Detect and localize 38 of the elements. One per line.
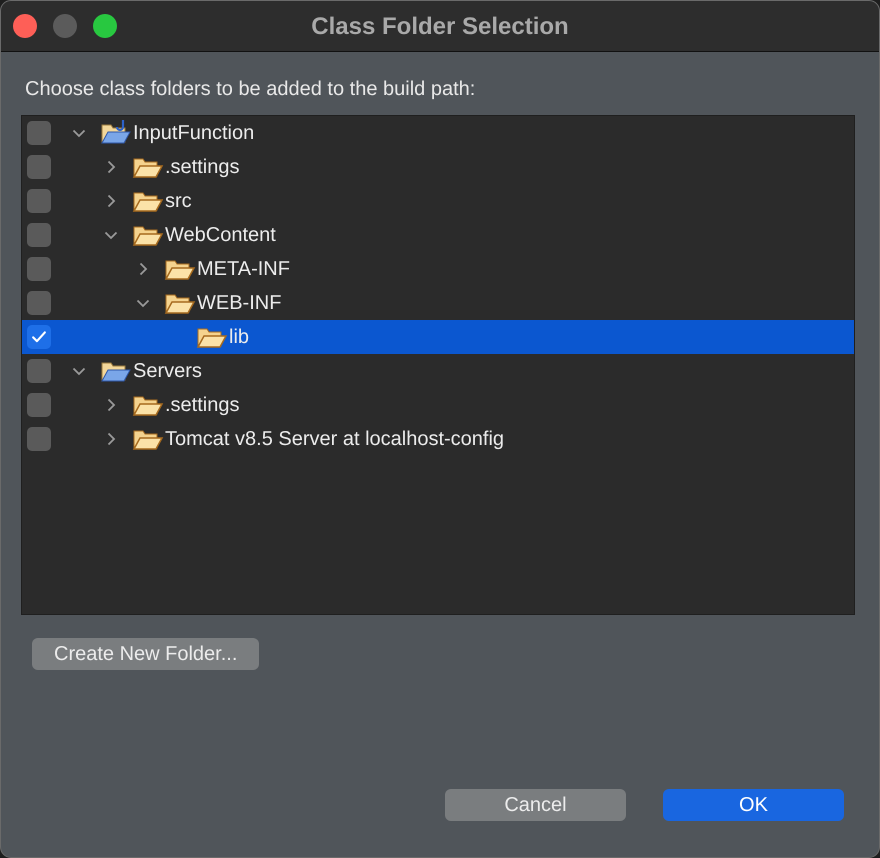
checkbox[interactable] <box>27 359 51 383</box>
folder-name: WEB-INF <box>197 292 282 314</box>
checkbox[interactable] <box>27 189 51 213</box>
folder-name: .settings <box>165 156 240 178</box>
ok-button[interactable]: OK <box>663 789 844 821</box>
zoom-button[interactable] <box>93 14 117 38</box>
instruction-text: Choose class folders to be added to the build path: <box>25 78 476 101</box>
java-project-icon <box>99 120 133 146</box>
folder-name: META-INF <box>197 258 290 280</box>
checkbox[interactable] <box>27 155 51 179</box>
checkbox[interactable] <box>27 223 51 247</box>
tree-row[interactable]: .settings <box>22 388 854 422</box>
create-folder-button[interactable]: Create New Folder... <box>32 638 260 670</box>
checkbox[interactable] <box>27 325 51 349</box>
close-button[interactable] <box>13 14 37 38</box>
folder-name: Tomcat v8.5 Server at localhost-config <box>165 428 504 450</box>
checkbox[interactable] <box>27 393 51 417</box>
checkbox[interactable] <box>27 121 51 145</box>
folder-name: Servers <box>133 360 202 382</box>
tree-row[interactable]: Servers <box>22 354 854 388</box>
tree-row[interactable]: WebContent <box>22 218 854 252</box>
tree-row[interactable]: src <box>22 184 854 218</box>
checkbox[interactable] <box>27 291 51 315</box>
tree-row[interactable]: WEB-INF <box>22 286 854 320</box>
folder-name: lib <box>229 326 250 348</box>
folder-name: .settings <box>165 394 240 416</box>
tree-row[interactable]: Tomcat v8.5 Server at localhost-config <box>22 422 854 456</box>
tree-row[interactable]: META-INF <box>22 252 854 286</box>
tree-row[interactable]: lib <box>22 320 854 354</box>
window-title: Class Folder Selection <box>311 13 569 41</box>
folder-name: WebContent <box>165 224 276 246</box>
folder-name: src <box>165 190 192 212</box>
tree-row[interactable]: .settings <box>22 150 854 184</box>
checkbox[interactable] <box>27 427 51 451</box>
folder-name: InputFunction <box>133 122 254 144</box>
cancel-button[interactable]: Cancel <box>445 789 626 821</box>
tree-row[interactable]: InputFunction <box>22 116 854 150</box>
checkbox[interactable] <box>27 257 51 281</box>
